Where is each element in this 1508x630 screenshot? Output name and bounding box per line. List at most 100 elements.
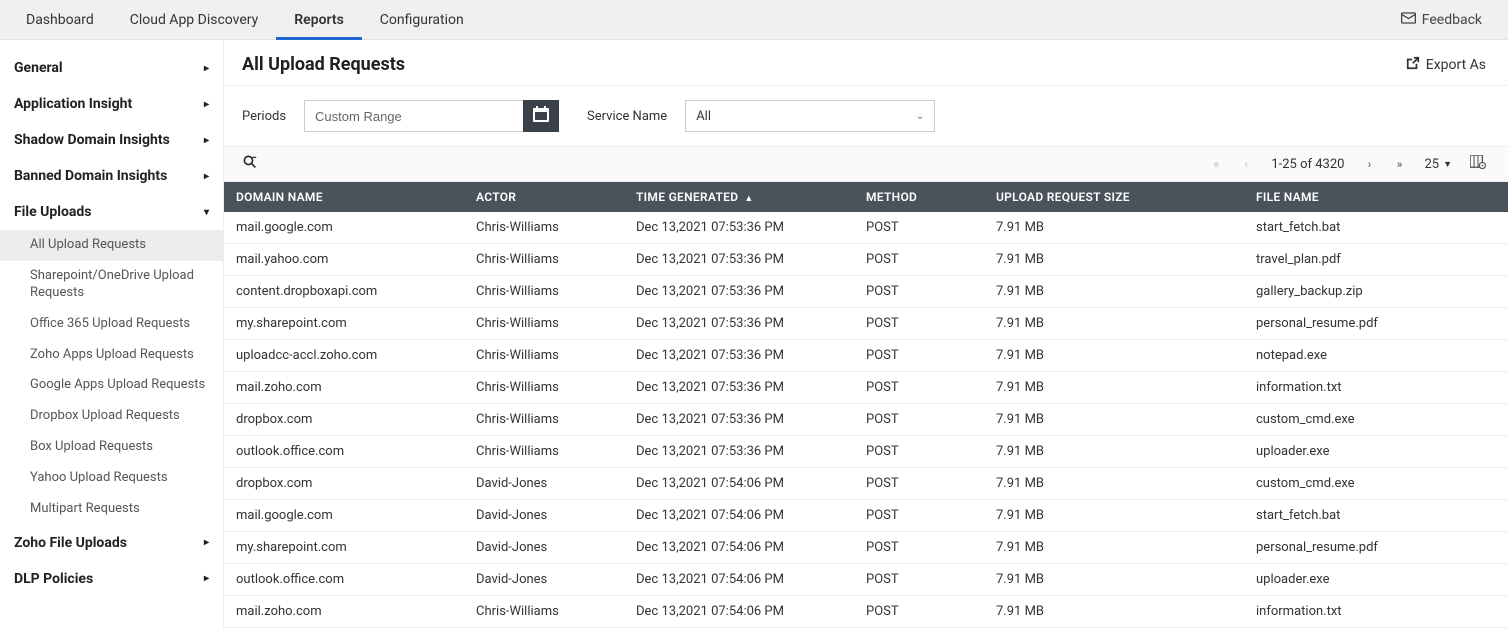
- cell-actor: David-Jones: [464, 500, 624, 532]
- table-row[interactable]: content.dropboxapi.comChris-WilliamsDec …: [224, 276, 1508, 308]
- cell-domain: dropbox.com: [224, 404, 464, 436]
- cell-actor: Chris-Williams: [464, 276, 624, 308]
- tab-dashboard[interactable]: Dashboard: [8, 0, 112, 40]
- table-row[interactable]: mail.google.comChris-WilliamsDec 13,2021…: [224, 212, 1508, 244]
- page-title: All Upload Requests: [242, 54, 405, 75]
- cell-size: 7.91 MB: [984, 340, 1244, 372]
- column-header-size[interactable]: UPLOAD REQUEST SIZE: [984, 182, 1244, 212]
- cell-domain: outlook.office.com: [224, 436, 464, 468]
- sidebar-group-file-uploads[interactable]: File Uploads▾: [0, 194, 223, 230]
- cell-file: information.txt: [1244, 596, 1508, 628]
- cell-actor: David-Jones: [464, 468, 624, 500]
- cell-file: personal_resume.pdf: [1244, 308, 1508, 340]
- sidebar-item-multipart-requests[interactable]: Multipart Requests: [0, 494, 223, 525]
- sidebar-group-zoho-file-uploads[interactable]: Zoho File Uploads▸: [0, 525, 223, 561]
- upload-requests-table: DOMAIN NAMEACTORTIME GENERATED▲METHODUPL…: [224, 182, 1508, 628]
- table-row[interactable]: mail.yahoo.comChris-WilliamsDec 13,2021 …: [224, 244, 1508, 276]
- sidebar-item-yahoo-upload-requests[interactable]: Yahoo Upload Requests: [0, 463, 223, 494]
- pager-prev-button[interactable]: ‹: [1235, 153, 1257, 175]
- table-row[interactable]: uploadcc-accl.zoho.comChris-WilliamsDec …: [224, 340, 1508, 372]
- table-row[interactable]: mail.zoho.comChris-WilliamsDec 13,2021 0…: [224, 596, 1508, 628]
- sidebar-item-dropbox-upload-requests[interactable]: Dropbox Upload Requests: [0, 401, 223, 432]
- column-header-actor[interactable]: ACTOR: [464, 182, 624, 212]
- filter-bar: Periods Service Name All ⌄: [224, 86, 1508, 146]
- cell-method: POST: [854, 244, 984, 276]
- cell-method: POST: [854, 372, 984, 404]
- sidebar-item-all-upload-requests[interactable]: All Upload Requests: [0, 230, 223, 261]
- table-row[interactable]: my.sharepoint.comDavid-JonesDec 13,2021 …: [224, 532, 1508, 564]
- column-header-domain[interactable]: DOMAIN NAME: [224, 182, 464, 212]
- cell-domain: mail.google.com: [224, 500, 464, 532]
- column-header-file[interactable]: FILE NAME: [1244, 182, 1508, 212]
- cell-file: travel_plan.pdf: [1244, 244, 1508, 276]
- columns-settings-button[interactable]: [1466, 155, 1490, 173]
- sidebar-group-label: Shadow Domain Insights: [14, 132, 170, 148]
- cell-file: information.txt: [1244, 372, 1508, 404]
- table-row[interactable]: mail.zoho.comChris-WilliamsDec 13,2021 0…: [224, 372, 1508, 404]
- cell-method: POST: [854, 468, 984, 500]
- table-row[interactable]: mail.google.comDavid-JonesDec 13,2021 07…: [224, 500, 1508, 532]
- table-row[interactable]: outlook.office.comDavid-JonesDec 13,2021…: [224, 564, 1508, 596]
- table-row[interactable]: my.sharepoint.comChris-WilliamsDec 13,20…: [224, 308, 1508, 340]
- column-header-method[interactable]: METHOD: [854, 182, 984, 212]
- service-name-select[interactable]: All ⌄: [685, 100, 935, 132]
- cell-time: Dec 13,2021 07:53:36 PM: [624, 372, 854, 404]
- caret-down-icon: ▾: [204, 207, 209, 218]
- columns-icon: [1470, 158, 1486, 173]
- table-row[interactable]: outlook.office.comChris-WilliamsDec 13,2…: [224, 436, 1508, 468]
- cell-method: POST: [854, 500, 984, 532]
- tab-cloud-app-discovery[interactable]: Cloud App Discovery: [112, 0, 277, 40]
- caret-down-icon: ▼: [1443, 159, 1452, 170]
- export-as-button[interactable]: Export As: [1406, 56, 1486, 74]
- sidebar-group-shadow-domain-insights[interactable]: Shadow Domain Insights▸: [0, 122, 223, 158]
- tab-configuration[interactable]: Configuration: [362, 0, 482, 40]
- tab-reports[interactable]: Reports: [276, 0, 362, 40]
- cell-file: gallery_backup.zip: [1244, 276, 1508, 308]
- cell-size: 7.91 MB: [984, 244, 1244, 276]
- caret-right-icon: ▸: [204, 573, 209, 584]
- cell-domain: my.sharepoint.com: [224, 308, 464, 340]
- sidebar-item-box-upload-requests[interactable]: Box Upload Requests: [0, 432, 223, 463]
- pager-first-button[interactable]: «: [1205, 153, 1227, 175]
- calendar-button[interactable]: [523, 100, 559, 132]
- sidebar-group-label: Banned Domain Insights: [14, 168, 167, 184]
- page-size-value: 25: [1424, 157, 1439, 172]
- sidebar-item-office-365-upload-requests[interactable]: Office 365 Upload Requests: [0, 309, 223, 340]
- cell-time: Dec 13,2021 07:54:06 PM: [624, 532, 854, 564]
- sidebar-group-general[interactable]: General▸: [0, 50, 223, 86]
- cell-method: POST: [854, 276, 984, 308]
- top-nav: DashboardCloud App DiscoveryReportsConfi…: [0, 0, 1508, 40]
- page-size-select[interactable]: 25 ▼: [1418, 157, 1458, 172]
- search-button[interactable]: [242, 155, 258, 173]
- service-name-label: Service Name: [587, 109, 667, 124]
- sidebar-item-google-apps-upload-requests[interactable]: Google Apps Upload Requests: [0, 370, 223, 401]
- table-row[interactable]: dropbox.comDavid-JonesDec 13,2021 07:54:…: [224, 468, 1508, 500]
- sidebar-group-application-insight[interactable]: Application Insight▸: [0, 86, 223, 122]
- calendar-icon: [533, 106, 549, 126]
- column-header-time[interactable]: TIME GENERATED▲: [624, 182, 854, 212]
- sidebar-group-banned-domain-insights[interactable]: Banned Domain Insights ▸: [0, 158, 223, 194]
- sidebar-group-dlp-policies[interactable]: DLP Policies ▸: [0, 561, 223, 597]
- pager-last-button[interactable]: »: [1388, 153, 1410, 175]
- pager-next-button[interactable]: ›: [1358, 153, 1380, 175]
- cell-size: 7.91 MB: [984, 276, 1244, 308]
- cell-time: Dec 13,2021 07:53:36 PM: [624, 404, 854, 436]
- sort-asc-icon: ▲: [744, 194, 753, 204]
- export-as-label: Export As: [1426, 57, 1486, 73]
- cell-actor: Chris-Williams: [464, 244, 624, 276]
- caret-right-icon: ▸: [204, 171, 209, 182]
- sidebar: General▸Application Insight▸Shadow Domai…: [0, 40, 224, 630]
- cell-actor: Chris-Williams: [464, 372, 624, 404]
- cell-time: Dec 13,2021 07:53:36 PM: [624, 244, 854, 276]
- sidebar-item-zoho-apps-upload-requests[interactable]: Zoho Apps Upload Requests: [0, 340, 223, 371]
- feedback-button[interactable]: Feedback: [1401, 12, 1500, 28]
- periods-input[interactable]: [304, 100, 524, 132]
- sidebar-group-label: DLP Policies: [14, 571, 93, 587]
- table-row[interactable]: dropbox.comChris-WilliamsDec 13,2021 07:…: [224, 404, 1508, 436]
- table-toolbar: « ‹ 1-25 of 4320 › » 25 ▼: [224, 146, 1508, 182]
- cell-time: Dec 13,2021 07:53:36 PM: [624, 276, 854, 308]
- sidebar-item-sharepoint-onedrive-upload-requests[interactable]: Sharepoint/OneDrive Upload Requests: [0, 261, 223, 309]
- sidebar-group-label: General: [14, 60, 63, 76]
- cell-size: 7.91 MB: [984, 436, 1244, 468]
- cell-time: Dec 13,2021 07:53:36 PM: [624, 436, 854, 468]
